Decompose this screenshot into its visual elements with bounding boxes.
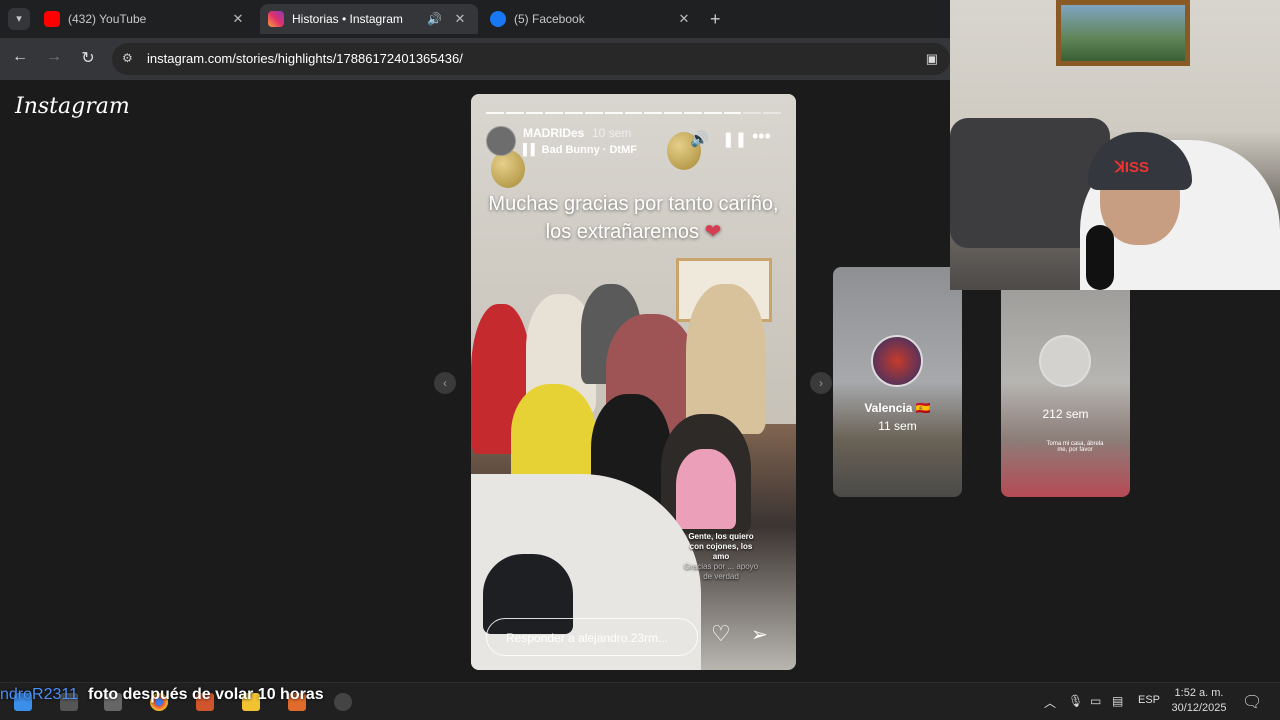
network-icon[interactable]: ▤ xyxy=(1112,694,1123,708)
avatar xyxy=(871,335,923,387)
preview-sticker: Toma mi casa, ábrela me, por favor xyxy=(1046,441,1104,453)
send-icon[interactable]: ➢ xyxy=(751,622,768,647)
music-label: Bad Bunny · DtMF xyxy=(541,144,637,156)
story-caption: Muchas gracias por tanto cariño, los ext… xyxy=(471,190,796,246)
tab-instagram[interactable]: Historias • Instagram 🔊 ✕ xyxy=(260,4,478,34)
story-username[interactable]: MADRIDes xyxy=(523,126,584,140)
heart-emoji-icon: ❤ xyxy=(704,221,722,243)
stream-chat-message: ndroR2311 foto después de volar 10 horas xyxy=(0,686,324,704)
chat-username: ndroR2311 xyxy=(0,686,78,703)
more-options-icon[interactable]: ••• xyxy=(752,126,771,147)
site-info-icon[interactable]: ⚙ xyxy=(122,51,133,65)
sticker-line: Gente, los quiero xyxy=(688,532,754,541)
youtube-icon xyxy=(44,11,60,27)
story-time: 10 sem xyxy=(592,126,632,140)
chat-text: foto después de volar 10 horas xyxy=(87,686,324,703)
story-preview-2[interactable]: 212 sem Toma mi casa, ábrela me, por fav… xyxy=(1001,267,1130,497)
new-tab-button[interactable]: + xyxy=(710,9,721,30)
story-viewer[interactable]: MADRIDes 10 sem ▌▌ Bad Bunny · DtMF 🔊 ❚❚… xyxy=(471,94,796,670)
story-preview-valencia[interactable]: Valencia 🇪🇸 11 sem xyxy=(833,267,962,497)
cap-logo: ꓘISS xyxy=(1115,159,1150,176)
browser-toolbar: ← → ↻ ⚙ instagram.com/stories/highlights… xyxy=(0,38,950,80)
pause-icon[interactable]: ❚❚ xyxy=(722,130,747,148)
close-icon[interactable]: ✕ xyxy=(452,11,468,27)
preview-name: Valencia 🇪🇸 xyxy=(864,401,931,415)
taskbar-clock[interactable]: 1:52 a. m. 30/12/2025 xyxy=(1166,686,1232,716)
url-text[interactable]: instagram.com/stories/highlights/1788617… xyxy=(147,51,463,66)
avatar xyxy=(1039,335,1091,387)
preview-time: 212 sem xyxy=(1042,407,1089,421)
sticker-line: con cojones, los xyxy=(689,542,753,551)
music-icon: ▌▌ xyxy=(523,144,542,156)
battery-icon[interactable]: ▭ xyxy=(1090,694,1101,708)
forward-icon[interactable]: → xyxy=(43,48,65,66)
instagram-logo[interactable]: Instagram xyxy=(15,94,130,119)
speaker-icon[interactable]: 🔊 xyxy=(427,12,442,26)
back-icon[interactable]: ← xyxy=(9,48,31,66)
notification-icon[interactable]: 🗨 xyxy=(1242,692,1262,712)
address-bar[interactable]: ⚙ instagram.com/stories/highlights/17886… xyxy=(112,43,950,75)
preview-time: 11 sem xyxy=(878,419,917,433)
tab-title: (5) Facebook xyxy=(514,12,585,26)
close-icon[interactable]: ✕ xyxy=(676,11,692,27)
microphone-icon[interactable]: 🎙 xyxy=(1068,694,1083,708)
story-progress-bar xyxy=(486,112,781,114)
story-music[interactable]: ▌▌ Bad Bunny · DtMF xyxy=(523,144,637,156)
caption-line: Muchas gracias por tanto cariño, xyxy=(488,193,779,215)
reload-icon[interactable]: ↻ xyxy=(77,48,99,68)
story-header: MADRIDes 10 sem ▌▌ Bad Bunny · DtMF 🔊 ❚❚… xyxy=(486,124,781,158)
webcam-overlay: ꓘISS xyxy=(950,0,1280,290)
obs-icon[interactable] xyxy=(334,693,352,711)
clock-time: 1:52 a. m. xyxy=(1174,687,1224,699)
close-icon[interactable]: ✕ xyxy=(230,11,246,27)
volume-icon[interactable]: 🔊 xyxy=(690,130,709,148)
sticker-line: amo xyxy=(712,552,730,561)
caption-line: los extrañaremos xyxy=(545,221,700,243)
like-heart-icon[interactable]: ♡ xyxy=(711,621,731,647)
tab-title: (432) YouTube xyxy=(68,12,147,26)
chevron-up-icon[interactable]: ︿ xyxy=(1044,694,1056,711)
microphone xyxy=(1086,225,1114,290)
instagram-icon xyxy=(268,11,284,27)
sticker-line: Gracias por ... apoyo de verdad xyxy=(683,562,759,581)
language-indicator[interactable]: ESP xyxy=(1138,694,1160,706)
browser-tab-bar: ▾ (432) YouTube ✕ Historias • Instagram … xyxy=(0,0,950,38)
wall-painting xyxy=(1056,0,1190,66)
reply-input[interactable]: Responder a alejandro.23rm... xyxy=(486,618,698,656)
cast-icon[interactable]: ▣ xyxy=(926,51,938,67)
facebook-icon xyxy=(490,11,506,27)
next-story-icon[interactable]: › xyxy=(810,372,832,394)
tab-facebook[interactable]: (5) Facebook ✕ xyxy=(482,4,702,34)
tab-search-button[interactable]: ▾ xyxy=(8,8,30,30)
tab-youtube[interactable]: (432) YouTube ✕ xyxy=(36,4,256,34)
tab-title: Historias • Instagram xyxy=(292,12,403,26)
story-text-sticker: Gente, los quiero con cojones, los amo G… xyxy=(681,532,761,582)
previous-story-icon[interactable]: ‹ xyxy=(434,372,456,394)
avatar[interactable] xyxy=(486,126,516,156)
clock-date: 30/12/2025 xyxy=(1171,702,1227,714)
